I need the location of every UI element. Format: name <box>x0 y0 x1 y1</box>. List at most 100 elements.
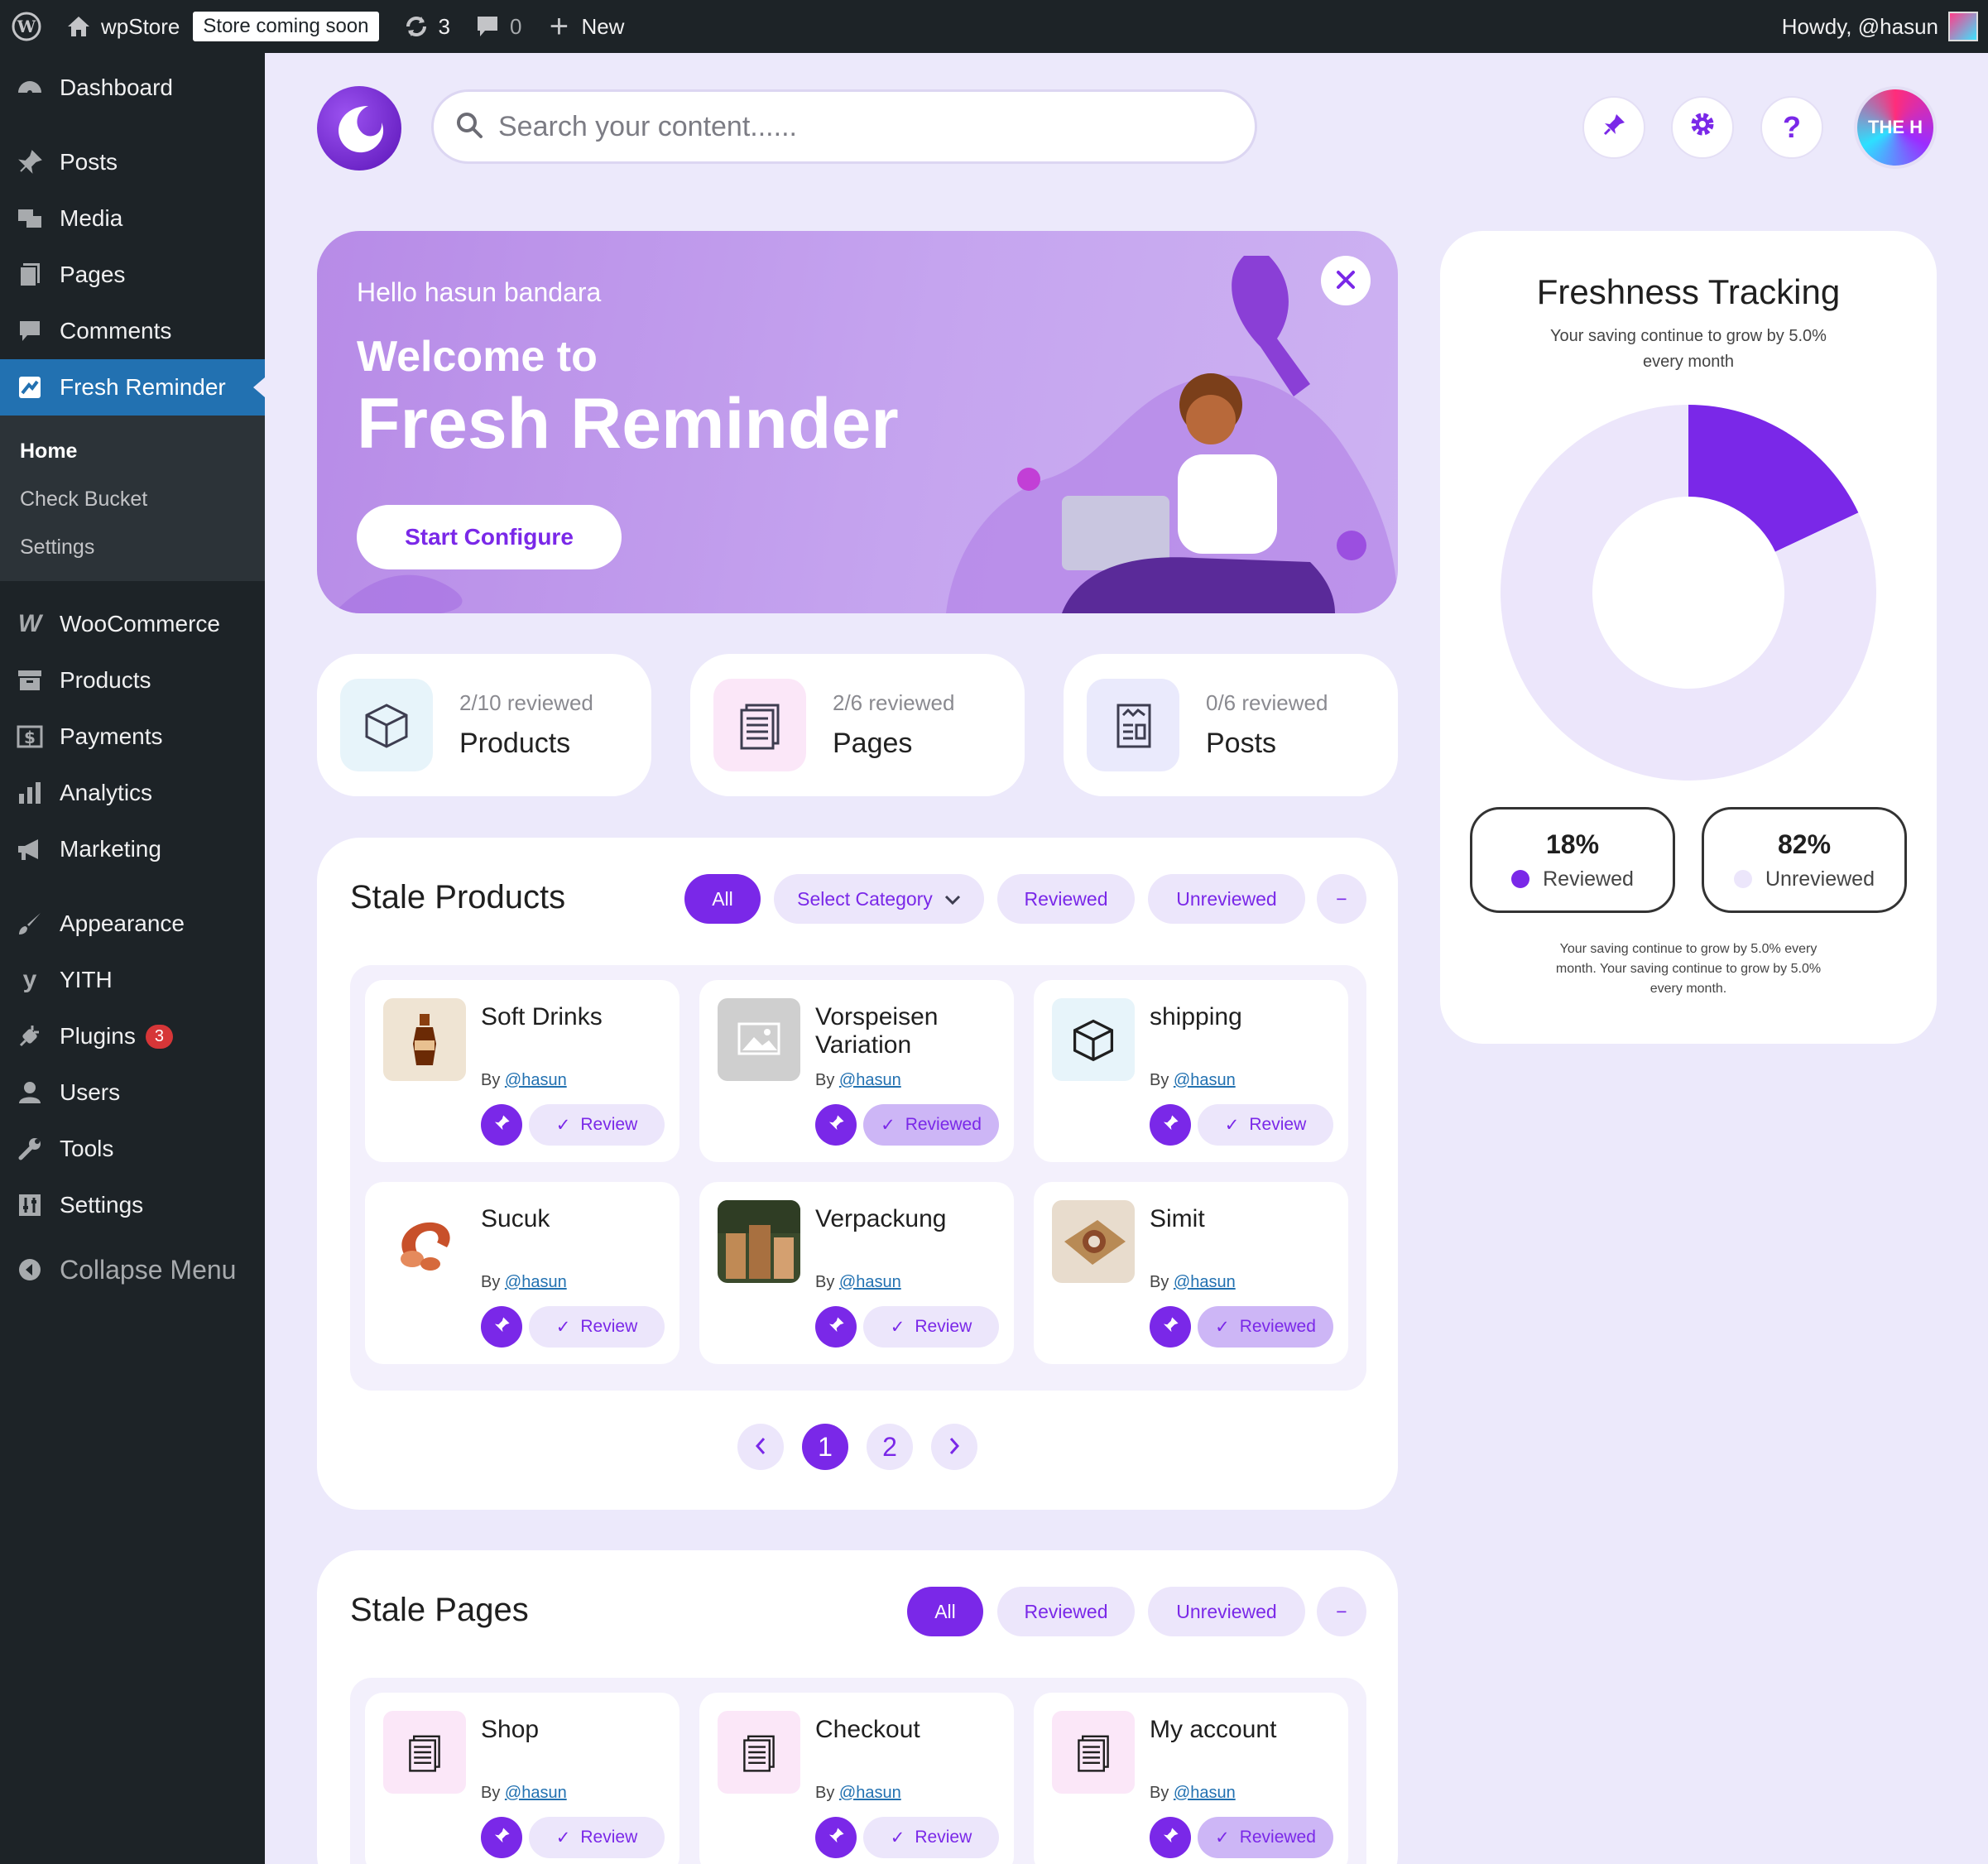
author-link[interactable]: @hasun <box>839 1784 901 1802</box>
settings-button[interactable] <box>1671 96 1734 159</box>
author-link[interactable]: @hasun <box>839 1273 901 1291</box>
sidebar-item-products[interactable]: Products <box>0 652 265 709</box>
product-card[interactable]: Verpackung By @hasun ✓ Review <box>699 1182 1014 1364</box>
product-card[interactable]: Soft Drinks By @hasun ✓ Review <box>365 980 679 1162</box>
pin-button[interactable] <box>1150 1306 1191 1348</box>
sidebar-item-posts[interactable]: Posts <box>0 134 265 190</box>
page-card[interactable]: Checkout By @hasun ✓ Review <box>699 1693 1014 1864</box>
start-configure-button[interactable]: Start Configure <box>357 505 622 569</box>
sidebar-item-appearance[interactable]: Appearance <box>0 896 265 952</box>
admin-sidebar: Dashboard Posts Media Pages Comments Fre… <box>0 53 265 1864</box>
pin-button[interactable] <box>815 1817 857 1858</box>
sidebar-item-dashboard[interactable]: Dashboard <box>0 60 265 116</box>
fresh-reminder-icon <box>15 372 45 402</box>
page-card[interactable]: My account By @hasun ✓ Reviewed <box>1034 1693 1348 1864</box>
filter-reviewed[interactable]: Reviewed <box>997 1587 1135 1636</box>
product-card[interactable]: shipping By @hasun ✓ Review <box>1034 980 1348 1162</box>
author-link[interactable]: @hasun <box>1174 1784 1236 1802</box>
account-menu[interactable]: Howdy, @hasun <box>1770 0 1988 53</box>
author-link[interactable]: @hasun <box>505 1071 567 1089</box>
sidebar-item-plugins[interactable]: Plugins 3 <box>0 1008 265 1064</box>
submenu-settings[interactable]: Settings <box>0 523 265 571</box>
collapse-section-button[interactable]: − <box>1317 1587 1366 1636</box>
sidebar-item-yith[interactable]: y YITH <box>0 952 265 1008</box>
search-input[interactable] <box>498 110 1210 143</box>
filter-all[interactable]: All <box>684 874 761 924</box>
stat-pages[interactable]: 2/6 reviewed Pages <box>690 654 1025 796</box>
stat-posts[interactable]: 0/6 reviewed Posts <box>1064 654 1398 796</box>
sidebar-item-marketing[interactable]: Marketing <box>0 821 265 877</box>
updates-link[interactable]: 3 <box>391 0 462 53</box>
pin-button[interactable] <box>1150 1817 1191 1858</box>
product-card[interactable]: Sucuk By @hasun ✓ Review <box>365 1182 679 1364</box>
author-link[interactable]: @hasun <box>505 1273 567 1291</box>
wordpress-logo-icon[interactable]: W <box>0 0 53 53</box>
stat-products[interactable]: 2/10 reviewed Products <box>317 654 651 796</box>
review-button[interactable]: ✓ Review <box>863 1817 999 1858</box>
reviewed-button[interactable]: ✓ Reviewed <box>1198 1306 1333 1348</box>
review-button[interactable]: ✓ Review <box>529 1817 665 1858</box>
submenu-check-bucket[interactable]: Check Bucket <box>0 475 265 523</box>
sidebar-item-media[interactable]: Media <box>0 190 265 247</box>
review-button[interactable]: ✓ Review <box>1198 1104 1333 1146</box>
help-button[interactable]: ? <box>1760 96 1823 159</box>
pin-icon <box>827 1827 845 1849</box>
review-button[interactable]: ✓ Review <box>863 1306 999 1348</box>
legend-reviewed[interactable]: 18% Reviewed <box>1470 807 1675 913</box>
new-content-link[interactable]: + New <box>533 0 636 53</box>
sidebar-item-tools[interactable]: Tools <box>0 1121 265 1177</box>
pin-button[interactable] <box>1582 96 1645 159</box>
page-1-button[interactable]: 1 <box>802 1424 848 1470</box>
collapse-menu-button[interactable]: Collapse Menu <box>0 1242 265 1298</box>
review-button[interactable]: ✓ Review <box>529 1104 665 1146</box>
site-name-link[interactable]: wpStore Store coming soon <box>53 0 391 53</box>
sidebar-item-comments[interactable]: Comments <box>0 303 265 359</box>
unreviewed-label: Unreviewed <box>1765 867 1875 891</box>
author-link[interactable]: @hasun <box>1174 1273 1236 1291</box>
sidebar-item-fresh-reminder[interactable]: Fresh Reminder <box>0 359 265 416</box>
close-banner-button[interactable] <box>1321 256 1371 305</box>
pin-button[interactable] <box>481 1306 522 1348</box>
sidebar-item-woocommerce[interactable]: W WooCommerce <box>0 596 265 652</box>
pin-button[interactable] <box>481 1104 522 1146</box>
sidebar-item-settings[interactable]: Settings <box>0 1177 265 1233</box>
reviewed-button[interactable]: ✓ Reviewed <box>863 1104 999 1146</box>
filter-all[interactable]: All <box>907 1587 983 1636</box>
submenu-home[interactable]: Home <box>0 427 265 475</box>
next-page-button[interactable] <box>931 1424 977 1470</box>
pin-button[interactable] <box>481 1817 522 1858</box>
sidebar-item-users[interactable]: Users <box>0 1064 265 1121</box>
verified-icon: ✓ <box>881 1115 896 1135</box>
pin-button[interactable] <box>815 1306 857 1348</box>
chevron-right-icon <box>948 1432 961 1463</box>
product-card[interactable]: Vorspeisen Variation By @hasun ✓ Reviewed <box>699 980 1014 1162</box>
stat-reviewed-count: 2/10 reviewed <box>459 690 593 715</box>
product-card[interactable]: Simit By @hasun ✓ Reviewed <box>1034 1182 1348 1364</box>
banner-welcome: Welcome to <box>357 333 598 381</box>
reviewed-button[interactable]: ✓ Reviewed <box>1198 1817 1333 1858</box>
filter-unreviewed[interactable]: Unreviewed <box>1148 874 1305 924</box>
product-name: Simit <box>1150 1205 1205 1232</box>
search-bar[interactable] <box>431 89 1257 164</box>
author-link[interactable]: @hasun <box>839 1071 901 1089</box>
prev-page-button[interactable] <box>737 1424 784 1470</box>
collapse-section-button[interactable]: − <box>1317 874 1366 924</box>
comments-link[interactable]: 0 <box>462 0 533 53</box>
pin-button[interactable] <box>815 1104 857 1146</box>
pin-button[interactable] <box>1150 1104 1191 1146</box>
sidebar-item-analytics[interactable]: Analytics <box>0 765 265 821</box>
filter-reviewed[interactable]: Reviewed <box>997 874 1135 924</box>
user-avatar[interactable]: THE H <box>1854 86 1937 169</box>
author-link[interactable]: @hasun <box>505 1784 567 1802</box>
page-grid: Shop By @hasun ✓ Review Checkout By @hasu… <box>350 1678 1366 1864</box>
page-card[interactable]: Shop By @hasun ✓ Review <box>365 1693 679 1864</box>
filter-unreviewed[interactable]: Unreviewed <box>1148 1587 1305 1636</box>
freshness-subtitle: Your saving continue to grow by 5.0% eve… <box>1550 327 1827 371</box>
page-2-button[interactable]: 2 <box>867 1424 913 1470</box>
sidebar-item-payments[interactable]: $ Payments <box>0 709 265 765</box>
sidebar-item-pages[interactable]: Pages <box>0 247 265 303</box>
category-select[interactable]: Select Category <box>774 874 984 924</box>
author-link[interactable]: @hasun <box>1174 1071 1236 1089</box>
review-button[interactable]: ✓ Review <box>529 1306 665 1348</box>
legend-unreviewed[interactable]: 82% Unreviewed <box>1702 807 1907 913</box>
